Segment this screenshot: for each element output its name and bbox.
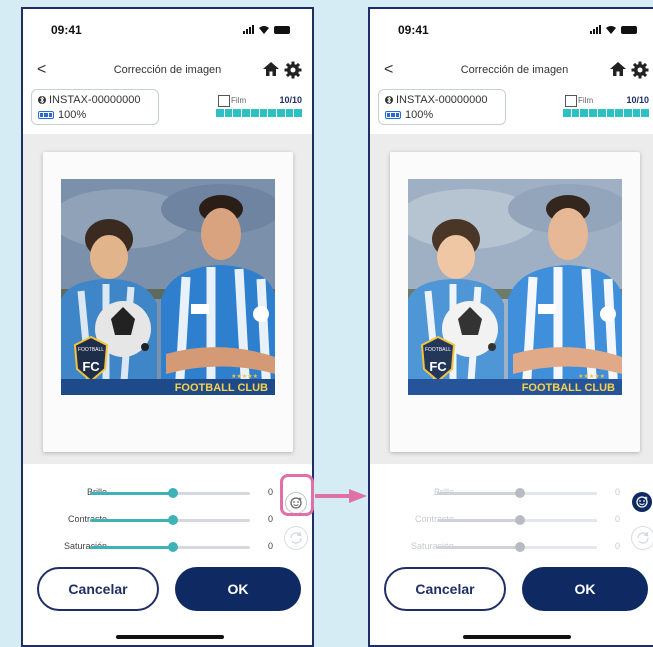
bluetooth-icon	[38, 96, 46, 104]
photo-image[interactable]: FOOTBALL FC ★★★★★ FOOTBALL CLUB	[61, 179, 275, 395]
contraste-slider[interactable]	[437, 515, 597, 525]
contraste-slider[interactable]	[90, 515, 250, 525]
adjustment-sliders: Brillo 0 Contraste 0 Saturación 0	[23, 483, 312, 573]
saturacion-slider[interactable]	[437, 542, 597, 552]
slider-knob[interactable]	[515, 515, 526, 525]
battery-icon	[621, 25, 637, 34]
signal-icon	[590, 25, 601, 34]
instax-print-preview: FOOTBALL FC ★★★★★ FOOTBALL CLUB	[43, 152, 293, 452]
slider-row-saturacion: Saturación 0	[370, 537, 653, 557]
slider-knob[interactable]	[168, 542, 179, 552]
brillo-slider[interactable]	[90, 488, 250, 498]
slider-value: 0	[268, 541, 274, 551]
printer-battery-icon	[385, 111, 401, 119]
slider-value: 0	[615, 514, 621, 524]
slider-knob[interactable]	[515, 542, 526, 552]
cancel-button[interactable]: Cancelar	[384, 567, 506, 611]
film-label: Film	[231, 96, 247, 105]
cancel-button[interactable]: Cancelar	[37, 567, 159, 611]
nav-bar: < Corrección de imagen	[23, 61, 312, 83]
film-remaining-bar	[563, 109, 650, 117]
slider-knob[interactable]	[168, 515, 179, 525]
slider-row-brillo: Brillo 0	[23, 483, 312, 503]
brillo-slider[interactable]	[437, 488, 597, 498]
badge-letters: FC	[429, 359, 447, 374]
battery-level: 100%	[58, 109, 87, 121]
film-counter: Film 10/10	[563, 95, 650, 125]
home-indicator	[116, 635, 224, 639]
gear-icon[interactable]	[284, 61, 302, 84]
banner-text: FOOTBALL CLUB	[175, 382, 268, 394]
preview-area: FOOTBALL FC ★★★★★ FOOTBALL CLUB	[23, 134, 312, 464]
instax-print-preview: FOOTBALL FC ★★★★★ FOOTBALL CLUB	[390, 152, 640, 452]
reset-rotate-icon[interactable]	[284, 526, 308, 550]
badge-text: FOOTBALL	[425, 347, 451, 353]
status-time: 09:41	[51, 23, 82, 37]
film-checkbox	[565, 95, 577, 107]
phone-screen-before: 09:41 < Corrección de imagen INSTAX-0000…	[21, 7, 314, 647]
slider-row-contraste: Contraste 0	[23, 510, 312, 530]
action-buttons: Cancelar OK	[370, 567, 653, 615]
slider-knob[interactable]	[168, 488, 179, 498]
ok-button[interactable]: OK	[522, 567, 648, 611]
home-icon[interactable]	[609, 61, 627, 82]
device-name: INSTAX-00000000	[396, 94, 488, 106]
slider-row-contraste: Contraste 0	[370, 510, 653, 530]
nav-bar: < Corrección de imagen	[370, 61, 653, 83]
banner-stars: ★★★★★	[578, 373, 605, 380]
printer-battery-icon	[38, 111, 54, 119]
slider-row-brillo: Brillo 0	[370, 483, 653, 503]
film-count: 10/10	[279, 95, 302, 105]
slider-value: 0	[615, 487, 621, 497]
device-status: INSTAX-00000000 100%	[378, 89, 506, 125]
wifi-icon	[258, 25, 270, 34]
photo-image-enhanced[interactable]: FOOTBALL FC ★★★★★ FOOTBALL CLUB	[408, 179, 622, 395]
film-counter: Film 10/10	[216, 95, 303, 125]
bluetooth-icon	[385, 96, 393, 104]
status-time: 09:41	[398, 23, 429, 37]
film-checkbox	[218, 95, 230, 107]
badge-letters: FC	[82, 359, 100, 374]
preview-area: FOOTBALL FC ★★★★★ FOOTBALL CLUB	[370, 134, 653, 464]
film-remaining-bar	[216, 109, 303, 117]
battery-level: 100%	[405, 109, 434, 121]
action-buttons: Cancelar OK	[23, 567, 312, 615]
device-status: INSTAX-00000000 100%	[31, 89, 159, 125]
wifi-icon	[605, 25, 617, 34]
slider-value: 0	[615, 541, 621, 551]
status-bar: 09:41	[370, 21, 653, 41]
ok-button[interactable]: OK	[175, 567, 301, 611]
face-enhance-highlight	[280, 474, 314, 516]
slider-value: 0	[268, 514, 274, 524]
banner-stars: ★★★★★	[231, 373, 258, 380]
battery-icon	[274, 25, 290, 34]
reset-rotate-icon[interactable]	[631, 526, 653, 550]
signal-icon	[243, 25, 254, 34]
badge-text: FOOTBALL	[78, 347, 104, 353]
home-indicator	[463, 635, 571, 639]
slider-row-saturacion: Saturación 0	[23, 537, 312, 557]
arrow-right-icon	[315, 489, 367, 503]
gear-icon[interactable]	[631, 61, 649, 84]
film-count: 10/10	[626, 95, 649, 105]
phone-screen-after: 09:41 < Corrección de imagen INSTAX-0000…	[368, 7, 653, 647]
film-label: Film	[578, 96, 594, 105]
status-bar: 09:41	[23, 21, 312, 41]
home-icon[interactable]	[262, 61, 280, 82]
saturacion-slider[interactable]	[90, 542, 250, 552]
slider-knob[interactable]	[515, 488, 526, 498]
banner-text: FOOTBALL CLUB	[522, 382, 615, 394]
face-enhance-icon-active[interactable]	[632, 492, 652, 512]
device-name: INSTAX-00000000	[49, 94, 141, 106]
adjustment-sliders-disabled: Brillo 0 Contraste 0 Saturación 0	[370, 483, 653, 573]
slider-value: 0	[268, 487, 274, 497]
